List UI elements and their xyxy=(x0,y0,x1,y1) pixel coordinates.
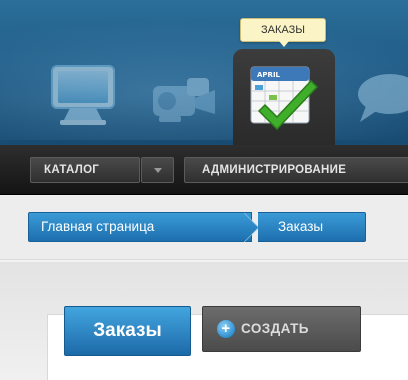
create-button[interactable]: + СОЗДАТЬ xyxy=(202,306,361,352)
monitor-icon[interactable] xyxy=(40,60,132,130)
top-banner: APRIL ЗАКАЗЫ xyxy=(0,0,408,150)
menu-catalog-button[interactable]: КАТАЛОГ xyxy=(30,157,140,183)
breadcrumb-bar: Главная страница Заказы xyxy=(0,196,408,260)
breadcrumb-home[interactable]: Главная страница xyxy=(28,212,252,242)
active-icon-tab[interactable]: APRIL xyxy=(233,49,335,147)
menu-catalog-dropdown[interactable] xyxy=(141,157,174,183)
page-title[interactable]: Заказы xyxy=(64,306,191,356)
tooltip: ЗАКАЗЫ xyxy=(240,18,326,47)
chat-bubble-icon[interactable] xyxy=(352,72,408,128)
main-menu-bar: КАТАЛОГ АДМИНИСТРИРОВАНИЕ xyxy=(0,145,408,195)
calendar-month-text: APRIL xyxy=(257,71,281,79)
calendar-check-icon: APRIL xyxy=(247,61,323,137)
plus-circle-icon: + xyxy=(217,320,235,338)
menu-admin-button[interactable]: АДМИНИСТРИРОВАНИЕ xyxy=(184,157,408,183)
breadcrumb-current[interactable]: Заказы xyxy=(258,212,366,242)
create-button-label: СОЗДАТЬ xyxy=(241,321,309,336)
camera-icon[interactable] xyxy=(145,68,221,128)
chevron-down-icon xyxy=(154,168,162,173)
